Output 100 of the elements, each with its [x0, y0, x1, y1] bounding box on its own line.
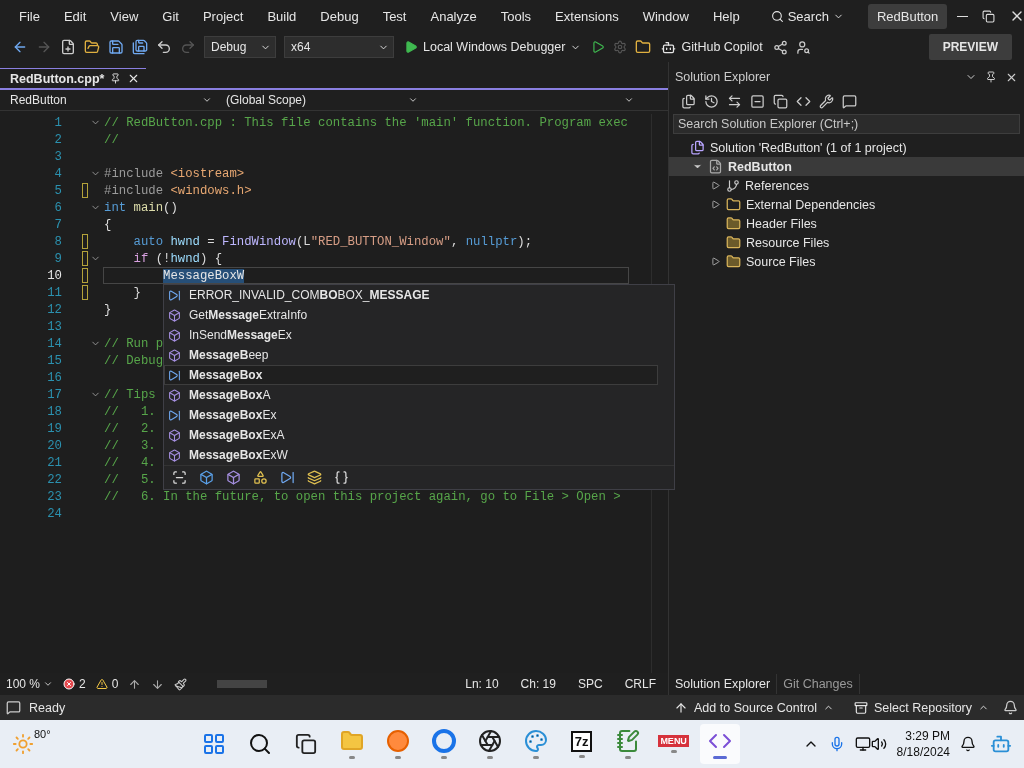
menu-item[interactable]: Test [371, 4, 418, 28]
tree-item[interactable]: Header Files [669, 214, 1024, 233]
search-icon [770, 9, 784, 23]
expand-arrow-icon[interactable] [710, 257, 720, 266]
menu-item[interactable]: Debug [309, 4, 370, 28]
stack-icon[interactable] [307, 470, 322, 485]
taskbar-app[interactable]: 7z [561, 724, 602, 764]
search-field[interactable]: Search Solution Explorer (Ctrl+;) [673, 114, 1020, 134]
menu-item[interactable]: Build [256, 4, 308, 28]
menu-item[interactable]: File [8, 4, 51, 28]
browser-icon [385, 729, 410, 753]
feedback-icon[interactable] [795, 39, 811, 55]
collapse-all-icon[interactable] [750, 93, 765, 109]
menu-item[interactable]: Tools [489, 4, 543, 28]
menu-item[interactable]: Git [151, 4, 190, 28]
zoom-dropdown[interactable]: 100 % [6, 677, 54, 691]
line-number: 16 [46, 370, 63, 385]
pin-icon[interactable] [110, 73, 122, 84]
line-indicator[interactable]: Ln: 10 [459, 677, 505, 691]
clock[interactable]: 3:29 PM 8/18/2024 [896, 729, 950, 759]
line-ending-indicator[interactable]: CRLF [618, 677, 662, 691]
panel-tab[interactable]: Git Changes [777, 674, 860, 694]
brush-icon[interactable] [174, 677, 188, 691]
up-arrow-icon[interactable] [128, 677, 142, 691]
save-all-icon[interactable] [132, 39, 148, 55]
taskbar-app[interactable]: MENU [653, 724, 694, 764]
braces-icon[interactable] [334, 470, 349, 485]
error-count[interactable]: 2 [79, 677, 86, 691]
completion-item[interactable]: MessageBeep [164, 345, 658, 365]
new-file-icon[interactable] [60, 39, 76, 55]
menu-item[interactable]: Edit [52, 4, 98, 28]
sync-icon[interactable] [727, 93, 742, 109]
network-icon[interactable] [854, 736, 871, 752]
source-control-button[interactable]: Add to Source Control [668, 700, 841, 715]
undo-icon[interactable] [156, 39, 172, 55]
tree-item[interactable]: Resource Files [669, 233, 1024, 252]
scan-icon[interactable] [172, 470, 187, 485]
tree-item[interactable]: Solution 'RedButton' (1 of 1 project) [669, 138, 1024, 157]
menu-item[interactable]: Help [701, 4, 751, 28]
cube-icon[interactable] [226, 470, 241, 485]
scope-dropdown[interactable]: (Global Scope) [222, 91, 422, 109]
share-icon[interactable] [772, 39, 788, 55]
project-dropdown[interactable]: RedButton [6, 91, 216, 109]
search-button[interactable]: Search [762, 4, 852, 28]
file-tab[interactable]: RedButton.cpp* [0, 68, 147, 88]
down-arrow-icon[interactable] [151, 677, 165, 691]
macro-icon[interactable] [280, 470, 295, 485]
folder-icon[interactable] [635, 39, 652, 55]
completion-item[interactable]: ERROR_INVALID_COMBOBOX_MESSAGE [164, 285, 658, 305]
temperature[interactable]: 80° [34, 728, 51, 740]
save-icon[interactable] [108, 39, 124, 55]
tree-item[interactable]: Source Files [669, 252, 1024, 271]
message-icon [6, 700, 21, 715]
warning-count[interactable]: 0 [111, 677, 119, 691]
history-icon[interactable] [704, 93, 719, 109]
tree-item[interactable]: RedButton [669, 157, 1024, 176]
completion-item[interactable]: InSendMessageEx [164, 325, 658, 345]
repository-button[interactable]: Select Repository [848, 700, 995, 715]
whitespace-indicator[interactable]: SPC [571, 677, 609, 691]
code-line: auto hwnd = FindWindow(L"RED_BUTTON_Window", nullptr); [132, 234, 533, 249]
code-line: // Debug [104, 353, 164, 368]
back-icon[interactable] [12, 39, 28, 55]
preview-button[interactable]: PREVIEW [928, 34, 1012, 60]
completion-item[interactable]: GetMessageExtraInfo [164, 305, 658, 325]
completion-item[interactable]: MessageBoxA [164, 385, 658, 405]
preview-icon[interactable] [842, 93, 857, 109]
menu-item[interactable]: Project [191, 4, 255, 28]
copilot-button[interactable]: GitHub Copilot [659, 39, 765, 55]
completion-item[interactable]: MessageBox [164, 365, 658, 385]
completion-item[interactable]: MessageBoxEx [164, 405, 658, 425]
run-icon[interactable] [591, 40, 606, 54]
notification-icon[interactable] [1003, 700, 1018, 715]
copilot-icon[interactable] [990, 733, 1012, 755]
tree-item[interactable]: External Dependencies [669, 195, 1024, 214]
completion-item[interactable]: MessageBoxExA [164, 425, 658, 445]
wrench-icon[interactable] [819, 93, 834, 109]
code-line: // 6. In the future, to open this project again, go to File > Open > [104, 489, 621, 504]
expand-arrow-icon[interactable] [710, 181, 720, 190]
notification-icon[interactable] [960, 736, 976, 752]
line-number: 20 [46, 438, 63, 453]
platform-dropdown[interactable]: x64 [284, 36, 394, 58]
menu-item[interactable]: Window [631, 4, 700, 28]
open-folder-icon[interactable] [84, 39, 100, 55]
start-debugging-button[interactable]: Local Windows Debugger [402, 40, 584, 54]
cube-icon[interactable] [199, 470, 214, 485]
copy-icon[interactable] [773, 93, 788, 109]
configuration-dropdown[interactable]: Debug [204, 36, 276, 58]
completion-item[interactable]: MessageBoxExW [164, 445, 658, 465]
column-indicator[interactable]: Ch: 19 [514, 677, 562, 691]
folder-icon [339, 729, 364, 753]
tree-item[interactable]: References [669, 176, 1024, 195]
files-icon[interactable] [681, 93, 696, 109]
volume-icon[interactable] [870, 736, 887, 752]
menu-item[interactable]: View [99, 4, 150, 28]
pin-icon[interactable] [985, 70, 997, 83]
menu-item[interactable]: Extensions [544, 4, 630, 28]
expand-arrow-icon[interactable] [710, 200, 720, 209]
line-number: 15 [46, 353, 63, 368]
shapes-icon[interactable] [253, 470, 268, 485]
menu-item[interactable]: Analyze [419, 4, 488, 28]
